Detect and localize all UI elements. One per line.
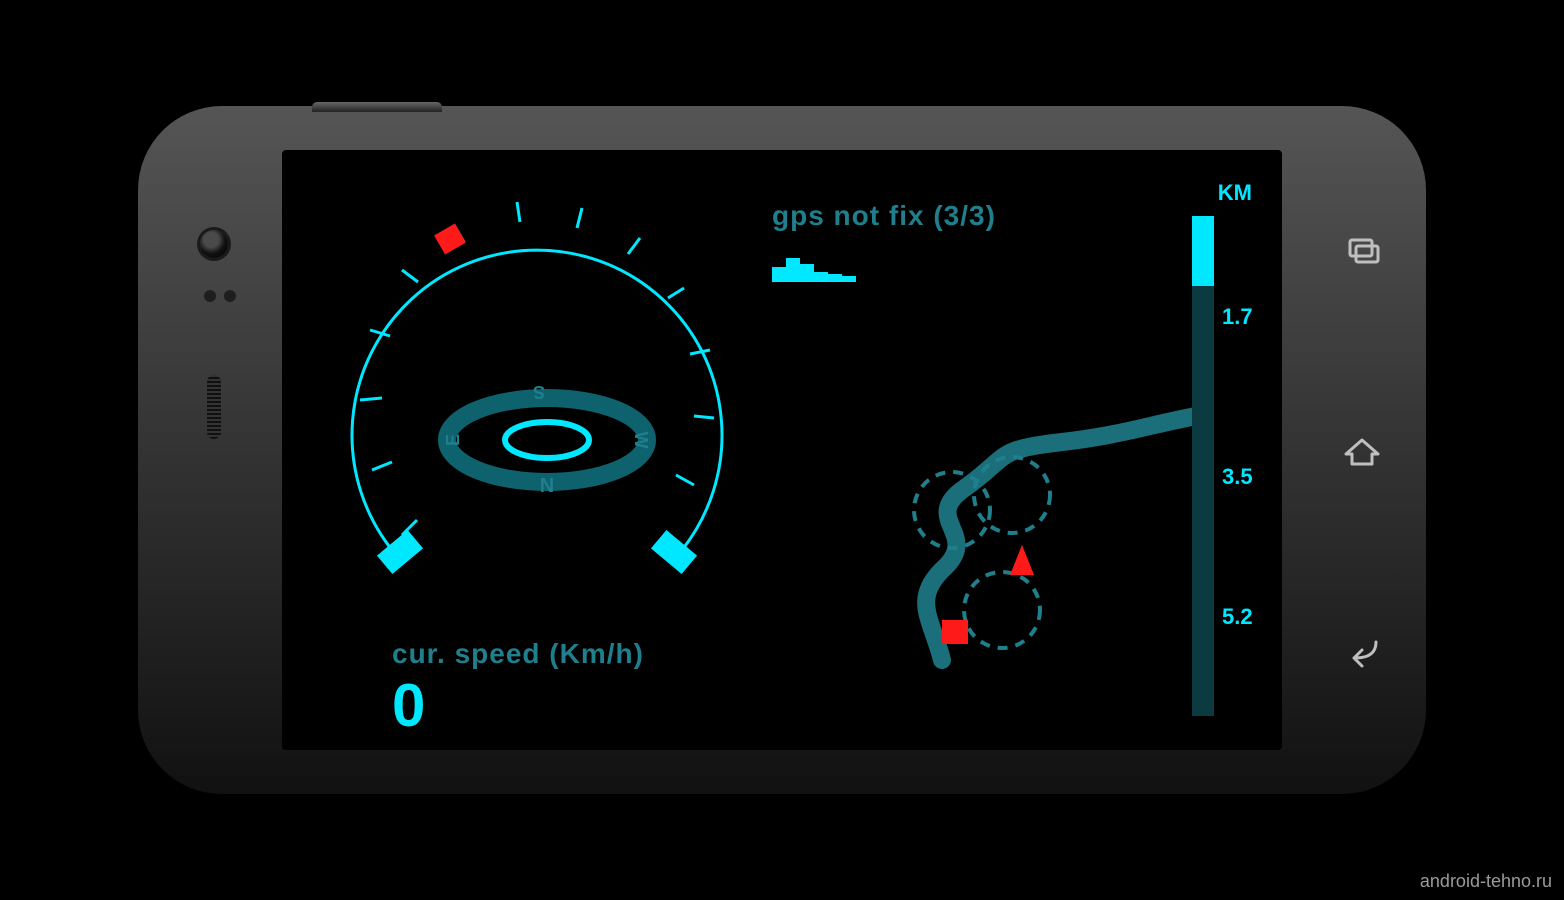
speed-label: cur. speed (Km/h): [392, 638, 644, 670]
compass-s: S: [533, 382, 545, 402]
gps-status-label: gps not fix (3/3): [772, 200, 996, 232]
compass-w: W: [631, 432, 651, 449]
compass-e: E: [443, 434, 463, 446]
screen: N S E W cur. speed (Km/h) 0 gps not fix …: [282, 150, 1282, 750]
poi-circle: [964, 572, 1040, 648]
power-button[interactable]: [312, 102, 442, 112]
distance-tick: 5.2: [1222, 604, 1253, 630]
light-sensor: [224, 290, 236, 302]
earpiece: [207, 375, 221, 439]
watermark-text: android-tehno.ru: [1420, 871, 1552, 892]
distance-bar: KM 1.7 3.5 5.2: [1192, 180, 1252, 720]
gps-signal-bars: [772, 242, 892, 282]
proximity-sensor: [204, 290, 216, 302]
destination-marker-icon: [942, 620, 968, 644]
android-navbar: [1322, 150, 1402, 750]
recent-apps-button[interactable]: [1340, 228, 1384, 272]
back-button[interactable]: [1340, 628, 1384, 672]
phone-frame: N S E W cur. speed (Km/h) 0 gps not fix …: [142, 110, 1422, 790]
home-button[interactable]: [1340, 428, 1384, 472]
front-camera: [200, 230, 228, 258]
player-arrow-icon: [1010, 545, 1034, 575]
distance-track: [1192, 216, 1214, 716]
compass-n: N: [540, 475, 554, 497]
compass: N S E W: [437, 380, 657, 500]
distance-fill: [1192, 216, 1214, 286]
route-minimap[interactable]: [812, 320, 1192, 680]
speed-value: 0: [392, 671, 425, 740]
distance-tick: 3.5: [1222, 464, 1253, 490]
distance-tick: 1.7: [1222, 304, 1253, 330]
distance-unit: KM: [1218, 180, 1252, 206]
